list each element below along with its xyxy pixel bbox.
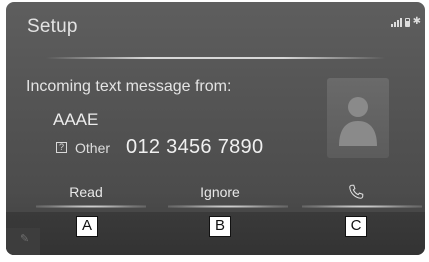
- read-button-highlight: [36, 205, 146, 208]
- callout-c: C: [345, 216, 367, 237]
- sender-number-row: ? Other 012 3456 7890: [56, 136, 263, 159]
- bluetooth-icon: ✱: [412, 16, 421, 27]
- contact-avatar: [327, 78, 389, 158]
- signal-icon: [390, 17, 402, 27]
- incoming-message-label: Incoming text message from:: [26, 78, 232, 95]
- sender-name: AAAE: [53, 110, 99, 129]
- ignore-button-highlight: [168, 205, 288, 208]
- screen-title: Setup: [27, 16, 78, 37]
- phone-handset-icon: [349, 184, 364, 199]
- side-menu-icon: ✎: [20, 233, 30, 245]
- status-bar: ✱: [390, 16, 421, 27]
- callout-b: B: [209, 216, 231, 237]
- phone-number: 012 3456 7890: [126, 136, 264, 158]
- phone-type-icon: ?: [56, 142, 67, 153]
- contact-silhouette-icon: [339, 97, 377, 146]
- callout-a: A: [76, 216, 98, 237]
- phone-type-label: Other: [75, 139, 111, 156]
- battery-icon: [404, 18, 410, 27]
- call-button-highlight: [302, 205, 422, 208]
- header-divider: [46, 57, 385, 59]
